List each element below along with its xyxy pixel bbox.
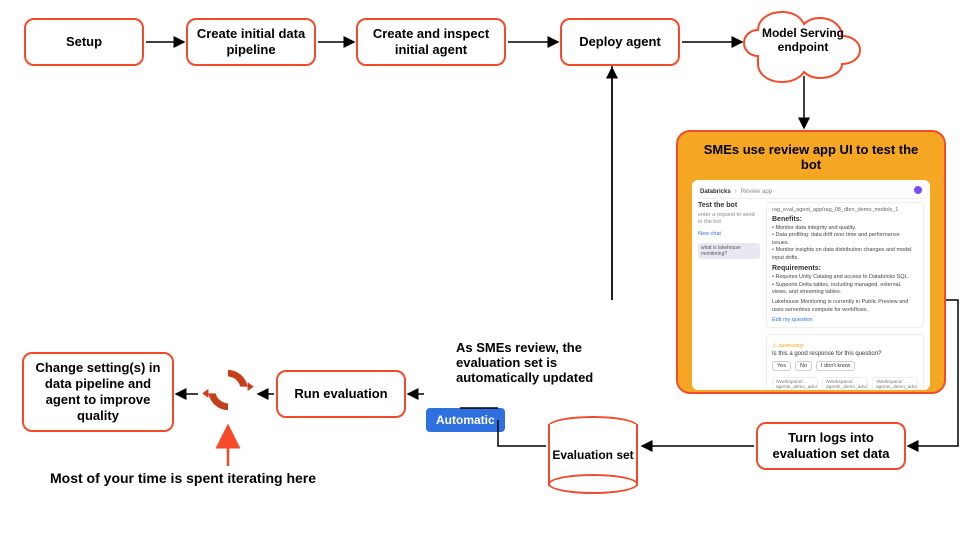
node-create-agent-label: Create and inspect initial agent (364, 26, 498, 59)
node-turn-logs: Turn logs into evaluation set data (756, 422, 906, 470)
node-evaluation-set-label: Evaluation set (552, 448, 633, 462)
req-1: Requires Unity Catalog and access to Dat… (775, 274, 909, 280)
feedback-question: Is this a good response for this questio… (772, 351, 918, 357)
review-app-breadcrumb-page: Review app (741, 189, 772, 195)
node-model-serving-endpoint: Model Serving endpoint (748, 26, 858, 55)
node-deploy-agent-label: Deploy agent (579, 34, 661, 50)
edit-question-link[interactable]: Edit my question (772, 317, 918, 323)
caption-iteration: Most of your time is spent iterating her… (50, 470, 316, 486)
retrieved-path-1: /Workspace/…agents_demo_advanced/05_depl… (776, 380, 818, 390)
node-run-evaluation-label: Run evaluation (294, 386, 387, 402)
annotation-sme-review: As SMEs review, the evaluation set is au… (456, 340, 636, 385)
review-left-hint: enter a request to send to the bot (698, 212, 760, 225)
avatar-icon (914, 186, 922, 194)
node-deploy-agent: Deploy agent (560, 18, 680, 66)
node-change-settings: Change setting(s) in data pipeline and a… (22, 352, 174, 432)
node-run-evaluation: Run evaluation (276, 370, 406, 418)
cycle-icon (200, 362, 256, 418)
review-app-screenshot: Databricks › Review app Test the bot ent… (692, 180, 930, 390)
retrieved-card-2: /Workspace/…agents_demo_advanced/05_depl… (822, 377, 868, 390)
node-model-serving-endpoint-label: Model Serving endpoint (762, 26, 844, 54)
review-app-breadcrumb-app: Databricks (700, 189, 731, 195)
review-app-panel: SMEs use review app UI to test the bot D… (676, 130, 946, 394)
req-2: Supports Delta tables, including managed… (772, 282, 901, 295)
btn-no[interactable]: No (795, 361, 812, 371)
review-left-title: Test the bot (698, 202, 760, 209)
benefit-2: Data profiling: data drift over time and… (772, 232, 900, 245)
badge-automatic-label: Automatic (436, 413, 495, 427)
retrieved-path-2: /Workspace/…agents_demo_advanced/05_depl… (826, 380, 868, 390)
node-setup: Setup (24, 18, 144, 66)
review-panel-title: SMEs use review app UI to test the bot (692, 142, 930, 172)
btn-idk[interactable]: I don't know (816, 361, 855, 371)
node-turn-logs-label: Turn logs into evaluation set data (764, 430, 898, 463)
benefit-3: Monitor insights on data distribution ch… (772, 247, 912, 260)
node-change-settings-label: Change setting(s) in data pipeline and a… (30, 360, 166, 425)
benefits-heading: Benefits: (772, 216, 918, 223)
node-create-agent: Create and inspect initial agent (356, 18, 506, 66)
badge-automatic: Automatic (426, 408, 505, 432)
node-setup-label: Setup (66, 34, 102, 50)
node-evaluation-set: Evaluation set (548, 424, 638, 486)
node-create-pipeline: Create initial data pipeline (186, 18, 316, 66)
btn-yes[interactable]: Yes (772, 361, 791, 371)
node-create-pipeline-label: Create initial data pipeline (194, 26, 308, 59)
retrieved-card-1: /Workspace/…agents_demo_advanced/05_depl… (772, 377, 818, 390)
requirements-heading: Requirements: (772, 265, 918, 272)
retrieved-card-3: /Workspace/…agents_demo_advanced/05_depl… (872, 377, 918, 390)
retrieved-path-3: /Workspace/…agents_demo_advanced/05_depl… (876, 380, 918, 390)
footer-note: Lakehouse Monitoring is currently in Pub… (772, 299, 908, 312)
prompt-chip[interactable]: what is lakehouse monitoring? (698, 243, 760, 259)
assessing-warn: assessing (778, 343, 802, 349)
new-chat-link[interactable]: New chat (698, 231, 760, 237)
model-path: rag_eval_agent_app/rag_08_dbrx_demo_mode… (772, 207, 918, 213)
benefit-1: Monitor data integrity and quality. (775, 225, 856, 231)
